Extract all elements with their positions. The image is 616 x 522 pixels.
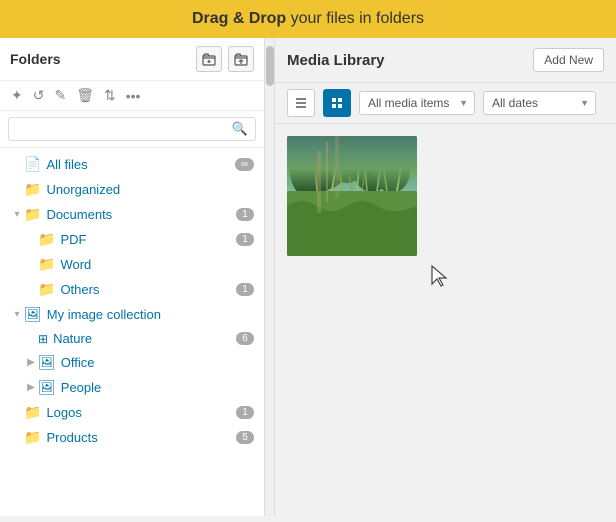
tree-badge-all-files: ∞ [235,158,254,171]
cursor-icon [430,264,450,288]
toggle-people: ▶ [24,382,38,393]
tree-item-products[interactable]: 📁 Products 5 [0,425,264,450]
tree-badge-documents: 1 [236,208,254,221]
upload-icon [234,52,248,66]
banner-bold-text: Drag & Drop [192,10,286,27]
folder-plus-icon [202,52,216,66]
tree-label-word: Word [60,257,254,272]
tree-item-my-image-collection[interactable]: ▾ 🖼 My image collection [0,302,264,327]
tree-item-word[interactable]: 📁 Word [0,252,264,277]
tree-badge-pdf: 1 [236,233,254,246]
tree-label-nature: Nature [53,331,236,346]
new-folder-button[interactable] [196,46,222,72]
tree-item-people[interactable]: ▶ 🖼 People [0,375,264,400]
drag-drop-banner: Drag & Drop your files in folders [0,0,616,38]
toggle-image-collection: ▾ [10,309,24,320]
media-library-title: Media Library [287,52,523,69]
nature-icon: ⊞ [38,332,48,346]
filter-type-wrapper: All media items Images Audio Video [359,91,475,115]
tree-item-others[interactable]: 📁 Others 1 [0,277,264,302]
cursor-overlay [430,264,450,291]
tree-item-nature[interactable]: ⊞ Nature 6 [0,327,264,350]
tree-label-office: Office [61,355,254,370]
filter-type-select[interactable]: All media items Images Audio Video [359,91,475,115]
tree-badge-products: 5 [236,431,254,444]
search-row: 🔍 [0,111,264,148]
tree-badge-nature: 6 [236,332,254,345]
unorganized-icon: 📁 [24,181,41,198]
media-item-nature[interactable] [287,136,417,256]
move-button[interactable]: ✦ [8,85,26,106]
right-panel: Media Library Add New [275,38,616,516]
toggle-office: ▶ [24,357,38,368]
documents-icon: 📁 [24,206,41,223]
tree-label-my-image-collection: My image collection [47,307,254,322]
nature-thumbnail [287,136,417,256]
add-new-button[interactable]: Add New [533,48,604,72]
tree-item-all-files[interactable]: 📄 All files ∞ [0,152,264,177]
tree-item-logos[interactable]: 📁 Logos 1 [0,400,264,425]
tree-label-pdf: PDF [60,232,236,247]
tree-label-people: People [61,380,254,395]
image-collection-icon: 🖼 [24,306,42,323]
products-icon: 📁 [24,429,41,446]
tree-label-unorganized: Unorganized [46,182,254,197]
search-input[interactable] [8,117,256,141]
scrollbar-thumb[interactable] [266,46,274,86]
refresh-button[interactable]: ↺ [30,85,48,106]
media-grid [275,124,616,516]
media-library-header: Media Library Add New [275,38,616,83]
tree-item-unorganized[interactable]: 📁 Unorganized [0,177,264,202]
grid-icon [330,96,344,110]
delete-button[interactable]: 🗑 [73,85,97,106]
nature-image-svg [287,136,417,256]
tree-label-all-files: All files [46,157,234,172]
tree-item-pdf[interactable]: 📁 PDF 1 [0,227,264,252]
sort-button[interactable]: ⇅ [101,85,119,106]
filter-date-wrapper: All dates January 2024 February 2024 [483,91,596,115]
grid-view-button[interactable] [323,89,351,117]
people-icon: 🖼 [38,379,56,396]
upload-button[interactable] [228,46,254,72]
tree-badge-others: 1 [236,283,254,296]
folders-title: Folders [10,51,190,67]
left-panel: Folders [0,38,265,516]
tree-item-documents[interactable]: ▾ 📁 Documents 1 [0,202,264,227]
tree-item-office[interactable]: ▶ 🖼 Office [0,350,264,375]
all-files-icon: 📄 [24,156,41,173]
tree-label-products: Products [46,430,236,445]
folders-header: Folders [0,38,264,81]
office-icon: 🖼 [38,354,56,371]
list-icon [294,96,308,110]
pdf-icon: 📁 [38,231,55,248]
word-icon: 📁 [38,256,55,273]
more-button[interactable]: ••• [123,86,144,106]
logos-icon: 📁 [24,404,41,421]
tree-toolbar: ✦ ↺ ✎ 🗑 ⇅ ••• [0,81,264,111]
edit-button[interactable]: ✎ [51,85,69,106]
toggle-documents: ▾ [10,209,24,220]
list-view-button[interactable] [287,89,315,117]
search-wrap: 🔍 [8,117,256,141]
others-icon: 📁 [38,281,55,298]
tree-label-logos: Logos [46,405,236,420]
banner-rest-text: your files in folders [286,10,424,27]
tree-label-others: Others [60,282,236,297]
folder-tree: 📄 All files ∞ 📁 Unorganized ▾ 📁 Document… [0,148,264,516]
panel-divider [265,38,275,516]
media-toolbar: All media items Images Audio Video All d… [275,83,616,124]
filter-date-select[interactable]: All dates January 2024 February 2024 [483,91,596,115]
tree-label-documents: Documents [46,207,236,222]
tree-badge-logos: 1 [236,406,254,419]
